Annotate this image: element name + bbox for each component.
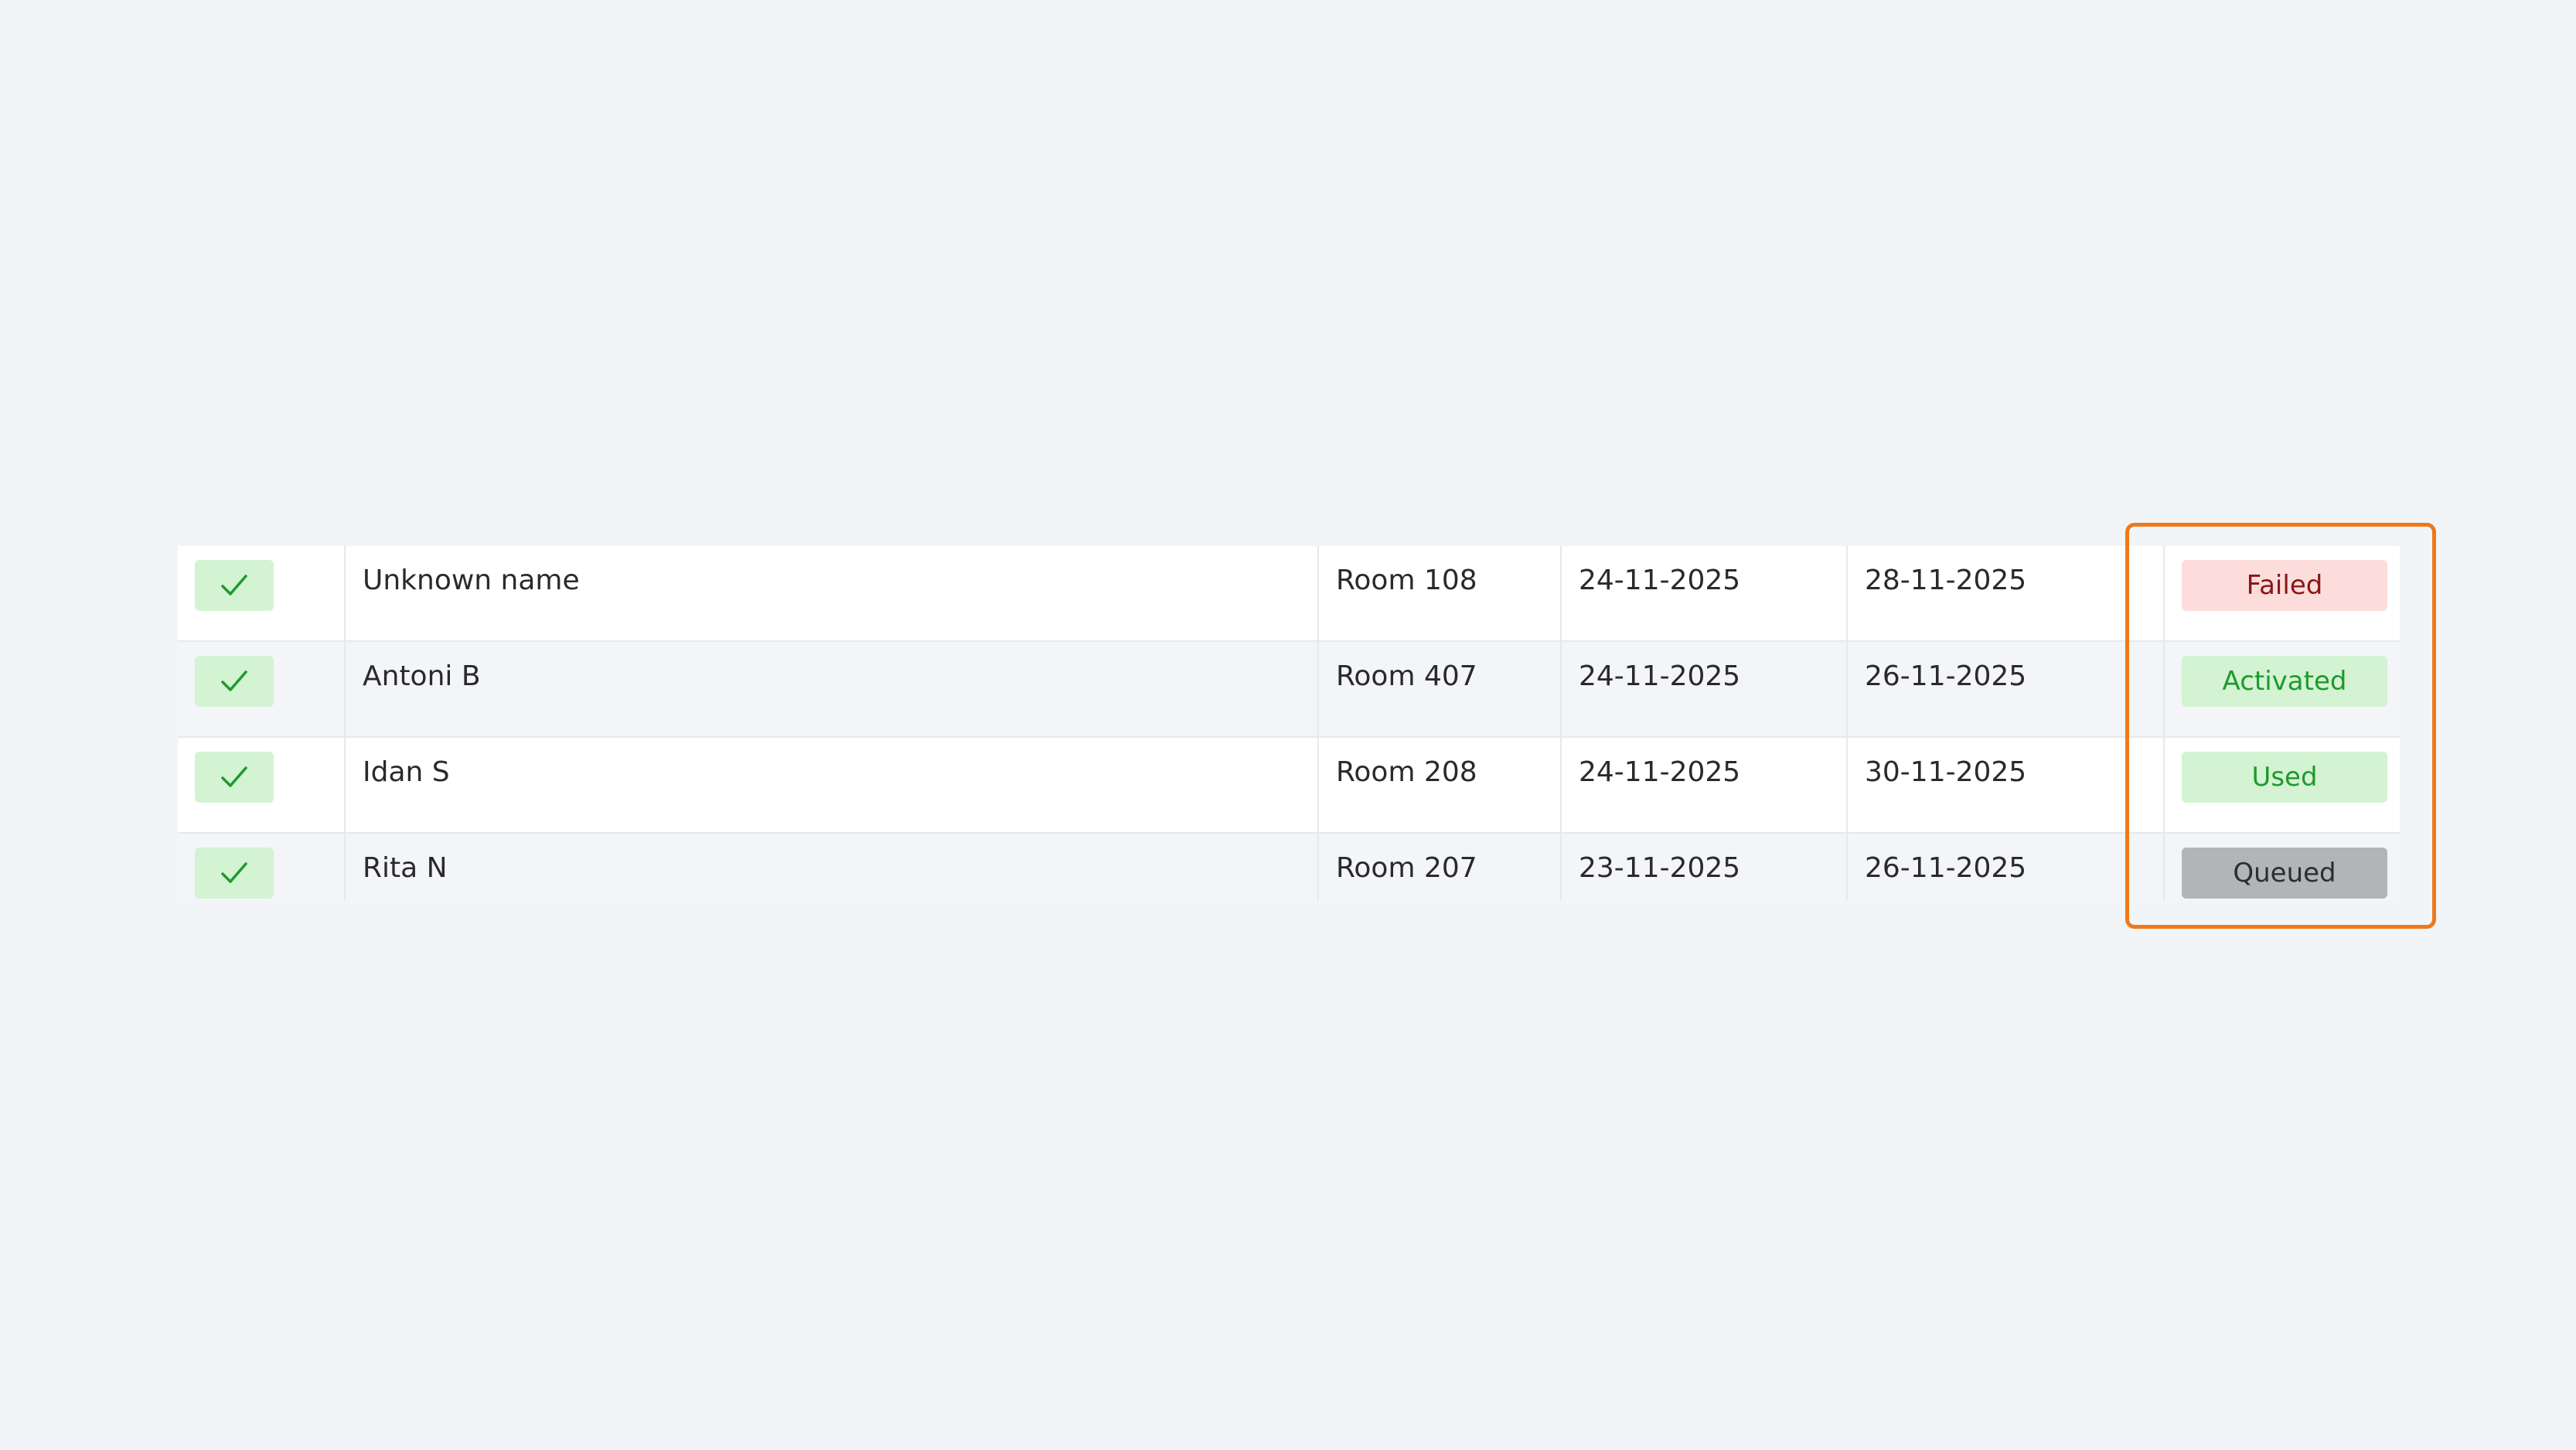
check-in-cell: 24-11-2025	[1562, 546, 1848, 642]
check-in-cell: 24-11-2025	[1562, 738, 1848, 834]
row-check-button[interactable]	[195, 848, 274, 899]
check-in-date: 23-11-2025	[1579, 852, 1741, 884]
check-in-date: 24-11-2025	[1579, 756, 1741, 788]
status-cell: Failed	[2165, 546, 2400, 642]
checkmark-icon	[221, 575, 247, 595]
checkmark-icon	[221, 862, 247, 883]
guest-name: Unknown name	[363, 565, 580, 596]
status-cell: Used	[2165, 738, 2400, 834]
room-number: Room 108	[1336, 565, 1477, 596]
room-number: Room 207	[1336, 852, 1477, 884]
room-number: Room 407	[1336, 660, 1477, 692]
check-in-date: 24-11-2025	[1579, 565, 1741, 596]
check-out-date: 26-11-2025	[1865, 660, 2027, 692]
row-check-button[interactable]	[195, 560, 274, 611]
name-cell: Rita N	[346, 834, 1319, 900]
select-cell	[178, 738, 346, 834]
table-row[interactable]: Unknown name Room 108 24-11-2025 28-11-2…	[178, 546, 2400, 642]
guest-name: Idan S	[363, 756, 450, 788]
check-in-date: 24-11-2025	[1579, 660, 1741, 692]
row-check-button[interactable]	[195, 656, 274, 707]
room-cell: Room 108	[1319, 546, 1562, 642]
check-in-cell: 24-11-2025	[1562, 642, 1848, 738]
check-out-cell: 30-11-2025	[1848, 738, 2165, 834]
name-cell: Unknown name	[346, 546, 1319, 642]
guest-name: Rita N	[363, 852, 448, 884]
check-out-cell: 26-11-2025	[1848, 642, 2165, 738]
room-cell: Room 207	[1319, 834, 1562, 900]
room-number: Room 208	[1336, 756, 1477, 788]
check-out-date: 28-11-2025	[1865, 565, 2027, 596]
check-out-date: 30-11-2025	[1865, 756, 2027, 788]
select-cell	[178, 546, 346, 642]
status-badge: Failed	[2182, 560, 2387, 611]
status-cell: Queued	[2165, 834, 2400, 900]
checkmark-icon	[221, 670, 247, 691]
status-badge: Activated	[2182, 656, 2387, 707]
table-row[interactable]: Rita N Room 207 23-11-2025 26-11-2025 Qu…	[178, 834, 2400, 900]
table-row[interactable]: Antoni B Room 407 24-11-2025 26-11-2025 …	[178, 642, 2400, 738]
name-cell: Idan S	[346, 738, 1319, 834]
name-cell: Antoni B	[346, 642, 1319, 738]
check-out-date: 26-11-2025	[1865, 852, 2027, 884]
check-in-cell: 23-11-2025	[1562, 834, 1848, 900]
table-row[interactable]: Idan S Room 208 24-11-2025 30-11-2025 Us…	[178, 738, 2400, 834]
check-out-cell: 26-11-2025	[1848, 834, 2165, 900]
status-cell: Activated	[2165, 642, 2400, 738]
room-cell: Room 407	[1319, 642, 1562, 738]
guest-table: Unknown name Room 108 24-11-2025 28-11-2…	[178, 546, 2400, 900]
guest-name: Antoni B	[363, 660, 481, 692]
checkmark-icon	[221, 766, 247, 787]
select-cell	[178, 834, 346, 900]
room-cell: Room 208	[1319, 738, 1562, 834]
check-out-cell: 28-11-2025	[1848, 546, 2165, 642]
status-badge: Queued	[2182, 848, 2387, 899]
status-badge: Used	[2182, 752, 2387, 803]
select-cell	[178, 642, 346, 738]
row-check-button[interactable]	[195, 752, 274, 803]
